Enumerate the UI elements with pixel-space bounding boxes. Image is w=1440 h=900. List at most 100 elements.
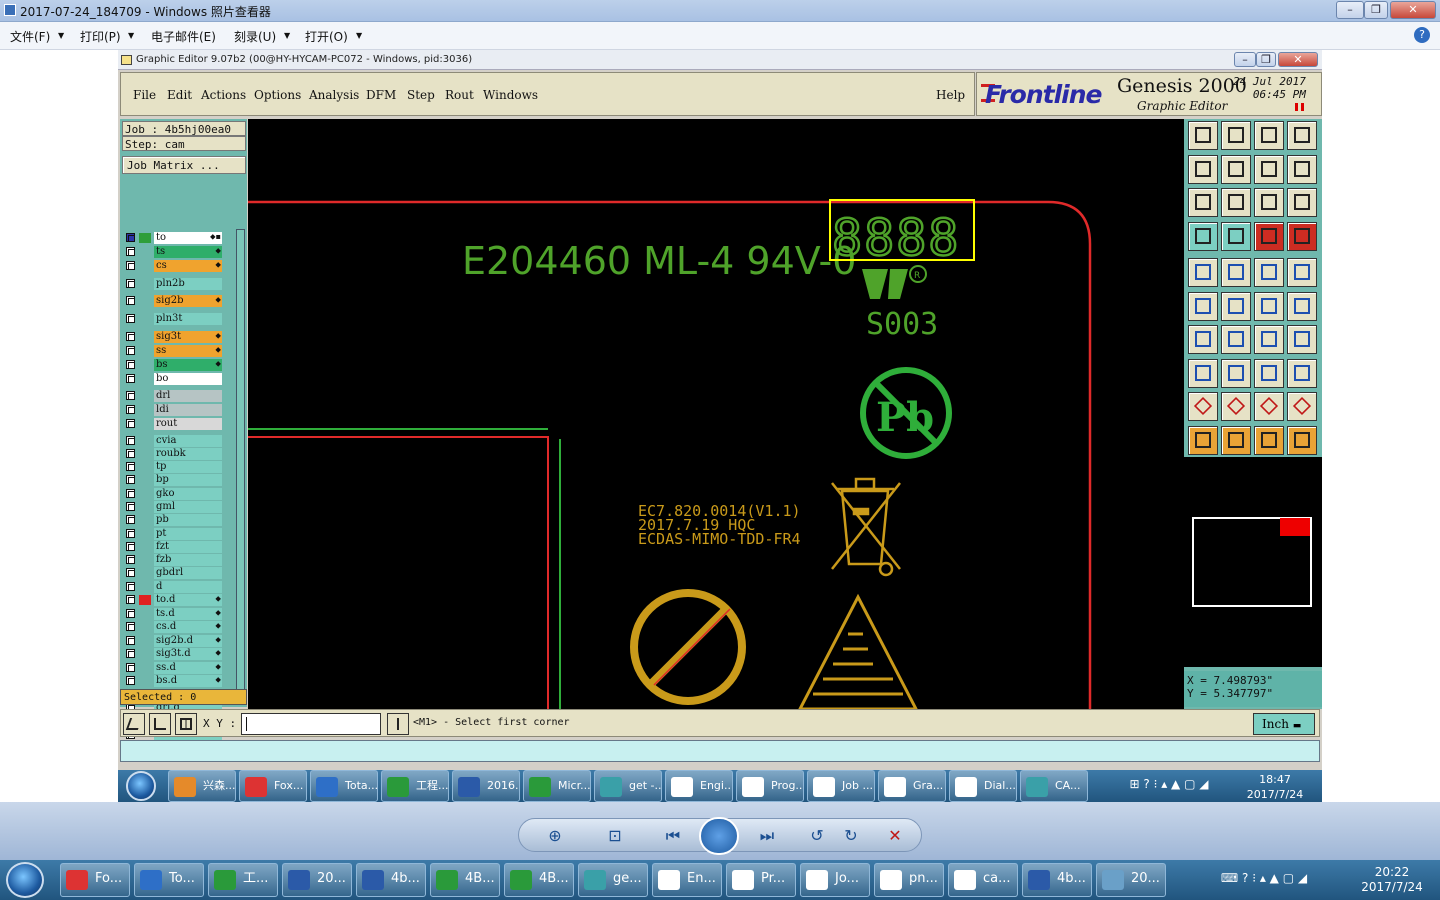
layer-color-swatch[interactable] bbox=[139, 391, 151, 401]
layer-name[interactable]: bs bbox=[154, 359, 222, 371]
layer-name[interactable]: gko bbox=[154, 488, 222, 500]
layer-color-swatch[interactable] bbox=[139, 663, 151, 673]
taskbar-item[interactable]: 工... bbox=[208, 863, 278, 897]
stretch-icon[interactable] bbox=[1254, 358, 1284, 388]
layer-name[interactable]: pln2b bbox=[154, 278, 222, 290]
inner-tray-icons[interactable]: ⊞ ? ⁝ ▴ ▲ ▢ ◢ bbox=[1114, 778, 1224, 791]
layer-checkbox[interactable] bbox=[126, 279, 135, 288]
layer-name[interactable]: gbdrl bbox=[154, 567, 222, 579]
layer-checkbox[interactable] bbox=[126, 261, 135, 270]
layer-checkbox[interactable] bbox=[126, 247, 135, 256]
taskbar-item[interactable]: ca... bbox=[948, 863, 1018, 897]
layer-color-swatch[interactable] bbox=[139, 622, 151, 632]
layer-name[interactable]: fzt bbox=[154, 541, 222, 553]
layer-checkbox[interactable] bbox=[126, 419, 135, 428]
layer-checkbox[interactable] bbox=[126, 636, 135, 645]
layer-checkbox[interactable] bbox=[126, 582, 135, 591]
layer-name[interactable]: to.d bbox=[154, 594, 222, 606]
layer-color-swatch[interactable] bbox=[139, 676, 151, 686]
layer-name[interactable]: pb bbox=[154, 514, 222, 526]
layer-color-swatch[interactable] bbox=[139, 296, 151, 306]
layer-name[interactable]: ts.d bbox=[154, 608, 222, 620]
layer-checkbox[interactable] bbox=[126, 332, 135, 341]
layer-name[interactable]: ss.d bbox=[154, 662, 222, 674]
taskbar-item[interactable]: pn... bbox=[874, 863, 944, 897]
center-icon[interactable] bbox=[1221, 188, 1251, 217]
layer-row[interactable]: pb bbox=[124, 514, 224, 526]
layer-row[interactable]: ts ⬥ bbox=[124, 246, 224, 258]
scale-icon[interactable] bbox=[1254, 188, 1284, 217]
menu-print[interactable]: 打印(P) bbox=[80, 28, 121, 45]
layer-row[interactable]: gbdrl bbox=[124, 567, 224, 579]
arc-icon[interactable] bbox=[1287, 291, 1317, 321]
layer-checkbox[interactable] bbox=[126, 436, 135, 445]
layer-name[interactable]: cvia bbox=[154, 435, 222, 447]
layer-name[interactable]: sig3t bbox=[154, 331, 222, 343]
ruler-icon[interactable] bbox=[1254, 258, 1284, 287]
layer-row[interactable]: ss.d ⬥ bbox=[124, 662, 224, 674]
pcb-canvas[interactable]: E204460 ML-4 94V-0 8888 R S003 Pb EC7.82… bbox=[248, 119, 1184, 709]
layer-checkbox[interactable] bbox=[126, 663, 135, 672]
slideshow-button[interactable] bbox=[699, 817, 739, 855]
taskbar-item[interactable]: 4B... bbox=[430, 863, 500, 897]
taskbar-item[interactable]: 2016... bbox=[452, 770, 520, 802]
taskbar-item[interactable]: Engi... bbox=[665, 770, 733, 802]
layer-row[interactable]: bs.d ⬥ bbox=[124, 675, 224, 687]
menu-file[interactable]: File bbox=[133, 88, 156, 102]
pad-icon[interactable] bbox=[1287, 258, 1317, 287]
taskbar-item[interactable]: To... bbox=[134, 863, 204, 897]
layer-name[interactable]: cs bbox=[154, 260, 222, 272]
layer-color-swatch[interactable] bbox=[139, 462, 151, 472]
layer-checkbox[interactable] bbox=[126, 462, 135, 471]
taskbar-item[interactable]: Tota... bbox=[310, 770, 378, 802]
layer-row[interactable]: rout bbox=[124, 418, 224, 430]
taskbar-item[interactable]: 工程... bbox=[381, 770, 449, 802]
help-icon[interactable] bbox=[1287, 188, 1317, 217]
taskbar-item[interactable]: get -... bbox=[594, 770, 662, 802]
taskbar-item[interactable]: ge... bbox=[578, 863, 648, 897]
taskbar-item[interactable]: 20... bbox=[1096, 863, 1166, 897]
ge-close-button[interactable]: ✕ bbox=[1278, 52, 1318, 67]
layer-color-swatch[interactable] bbox=[139, 436, 151, 446]
layer-row[interactable]: tp bbox=[124, 461, 224, 473]
layer-checkbox[interactable] bbox=[126, 374, 135, 383]
grid-icon[interactable] bbox=[175, 713, 197, 735]
taskbar-item[interactable]: En... bbox=[652, 863, 722, 897]
layer-row[interactable]: bp bbox=[124, 474, 224, 486]
menu-step[interactable]: Step bbox=[407, 88, 435, 102]
layer-name[interactable]: bp bbox=[154, 474, 222, 486]
layer-checkbox[interactable] bbox=[126, 314, 135, 323]
help-icon[interactable]: ? bbox=[1414, 27, 1430, 43]
layer-row[interactable]: cs.d ⬥ bbox=[124, 621, 224, 633]
layer-row[interactable]: sig3t ⬥ bbox=[124, 331, 224, 343]
layer-color-swatch[interactable] bbox=[139, 419, 151, 429]
layer-color-swatch[interactable] bbox=[139, 346, 151, 356]
layer-name[interactable]: gml bbox=[154, 501, 222, 513]
pick-icon[interactable] bbox=[1254, 425, 1284, 455]
right-icon[interactable] bbox=[1221, 154, 1251, 184]
layer-color-swatch[interactable] bbox=[139, 542, 151, 552]
rotate-left-icon[interactable]: ↺ bbox=[807, 826, 827, 846]
pointer-icon[interactable] bbox=[1221, 425, 1251, 455]
layer-color-swatch[interactable] bbox=[139, 374, 151, 384]
layer-row[interactable]: to.d ⬥ bbox=[124, 594, 224, 606]
layer-name[interactable]: bo bbox=[154, 373, 222, 385]
layer-color-swatch[interactable] bbox=[139, 261, 151, 271]
filter-icon[interactable] bbox=[1287, 221, 1317, 251]
layer-checkbox[interactable] bbox=[126, 449, 135, 458]
dash-icon[interactable] bbox=[1221, 358, 1251, 388]
taskbar-item[interactable]: 20... bbox=[282, 863, 352, 897]
layer-checkbox[interactable] bbox=[126, 542, 135, 551]
units-selector[interactable]: Inch ▬ bbox=[1253, 713, 1315, 735]
layer-name[interactable]: sig3t.d bbox=[154, 648, 222, 660]
layer-row[interactable]: ts.d ⬥ bbox=[124, 608, 224, 620]
menu-edit[interactable]: Edit bbox=[167, 88, 192, 102]
layer-checkbox[interactable] bbox=[126, 595, 135, 604]
menu-rout[interactable]: Rout bbox=[445, 88, 474, 102]
layer-row[interactable]: sig3t.d ⬥ bbox=[124, 648, 224, 660]
next-icon[interactable]: ⏭ bbox=[757, 826, 777, 846]
rotate-right-icon[interactable]: ↻ bbox=[841, 826, 861, 846]
menu-help[interactable]: Help bbox=[936, 88, 965, 102]
open-icon[interactable] bbox=[1188, 121, 1218, 150]
minimize-button[interactable]: – bbox=[1336, 1, 1364, 19]
